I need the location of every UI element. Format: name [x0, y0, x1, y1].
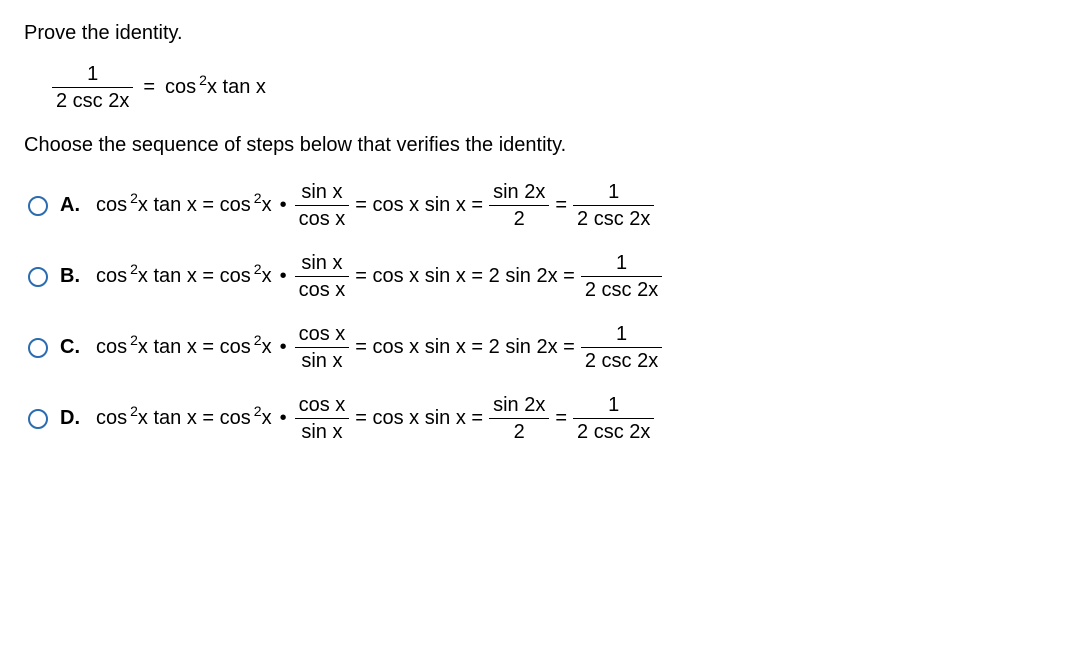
t: = cos x sin x =: [355, 194, 483, 217]
t: x: [262, 336, 272, 358]
option-b[interactable]: B. cos2x tan x = cos2x • sin x cos x = c…: [28, 252, 1050, 301]
t: x tan x = cos: [138, 407, 251, 429]
t: 2: [130, 403, 138, 419]
t: = cos x sin x =: [355, 407, 483, 430]
t: = cos x sin x = 2 sin 2x =: [355, 336, 575, 359]
identity-rhs-pre: cos: [165, 76, 196, 98]
t: sin 2x: [489, 394, 549, 416]
dot: •: [278, 336, 289, 359]
t: 2: [254, 403, 262, 419]
option-a[interactable]: A. cos2x tan x = cos2x • sin x cos x = c…: [28, 181, 1050, 230]
identity-equals: =: [143, 76, 155, 99]
option-a-equation: cos2x tan x = cos2x • sin x cos x = cos …: [96, 181, 660, 230]
t: cos x: [295, 394, 350, 416]
t: x tan x = cos: [138, 265, 251, 287]
choose-text: Choose the sequence of steps below that …: [24, 134, 1050, 157]
t: =: [555, 194, 567, 217]
radio-icon[interactable]: [28, 196, 48, 216]
dot: •: [278, 194, 289, 217]
t: 2: [254, 190, 262, 206]
radio-icon[interactable]: [28, 267, 48, 287]
identity-lhs-fraction: 1 2 csc 2x: [52, 63, 133, 112]
t: cos: [96, 407, 127, 429]
identity-lhs-den: 2 csc 2x: [52, 90, 133, 112]
t: x: [262, 407, 272, 429]
t: x: [262, 194, 272, 216]
option-d[interactable]: D. cos2x tan x = cos2x • cos x sin x = c…: [28, 394, 1050, 443]
t: cos: [96, 336, 127, 358]
t: x tan x = cos: [138, 336, 251, 358]
t: 2: [510, 208, 529, 230]
t: x: [262, 265, 272, 287]
radio-icon[interactable]: [28, 409, 48, 429]
t: 1: [612, 323, 631, 345]
dot: •: [278, 265, 289, 288]
identity-equation: 1 2 csc 2x = cos2x tan x: [52, 63, 1050, 112]
option-label: C.: [60, 336, 84, 359]
t: sin x: [297, 421, 346, 443]
t: cos x: [295, 208, 350, 230]
identity-lhs-num: 1: [83, 63, 102, 85]
t: 1: [604, 394, 623, 416]
prompt-text: Prove the identity.: [24, 22, 1050, 45]
t: 2: [130, 332, 138, 348]
t: = cos x sin x = 2 sin 2x =: [355, 265, 575, 288]
options-list: A. cos2x tan x = cos2x • sin x cos x = c…: [24, 181, 1050, 443]
t: cos: [96, 265, 127, 287]
identity-rhs-exp: 2: [199, 72, 207, 88]
t: sin x: [297, 350, 346, 372]
option-c-equation: cos2x tan x = cos2x • cos x sin x = cos …: [96, 323, 668, 372]
option-label: D.: [60, 407, 84, 430]
t: =: [555, 407, 567, 430]
t: 2: [130, 261, 138, 277]
option-b-equation: cos2x tan x = cos2x • sin x cos x = cos …: [96, 252, 668, 301]
option-c[interactable]: C. cos2x tan x = cos2x • cos x sin x = c…: [28, 323, 1050, 372]
t: cos x: [295, 323, 350, 345]
identity-rhs-post: x tan x: [207, 76, 266, 98]
t: 2: [254, 332, 262, 348]
t: 2 csc 2x: [581, 279, 662, 301]
dot: •: [278, 407, 289, 430]
t: 2 csc 2x: [573, 208, 654, 230]
t: cos: [96, 194, 127, 216]
t: 1: [612, 252, 631, 274]
t: cos x: [295, 279, 350, 301]
t: 2: [130, 190, 138, 206]
t: x tan x = cos: [138, 194, 251, 216]
option-label: A.: [60, 194, 84, 217]
t: 2 csc 2x: [581, 350, 662, 372]
option-label: B.: [60, 265, 84, 288]
t: 2 csc 2x: [573, 421, 654, 443]
t: 1: [604, 181, 623, 203]
t: sin 2x: [489, 181, 549, 203]
t: 2: [510, 421, 529, 443]
t: sin x: [297, 181, 346, 203]
radio-icon[interactable]: [28, 338, 48, 358]
option-d-equation: cos2x tan x = cos2x • cos x sin x = cos …: [96, 394, 660, 443]
t: sin x: [297, 252, 346, 274]
t: 2: [254, 261, 262, 277]
identity-rhs: cos2x tan x: [165, 76, 266, 99]
